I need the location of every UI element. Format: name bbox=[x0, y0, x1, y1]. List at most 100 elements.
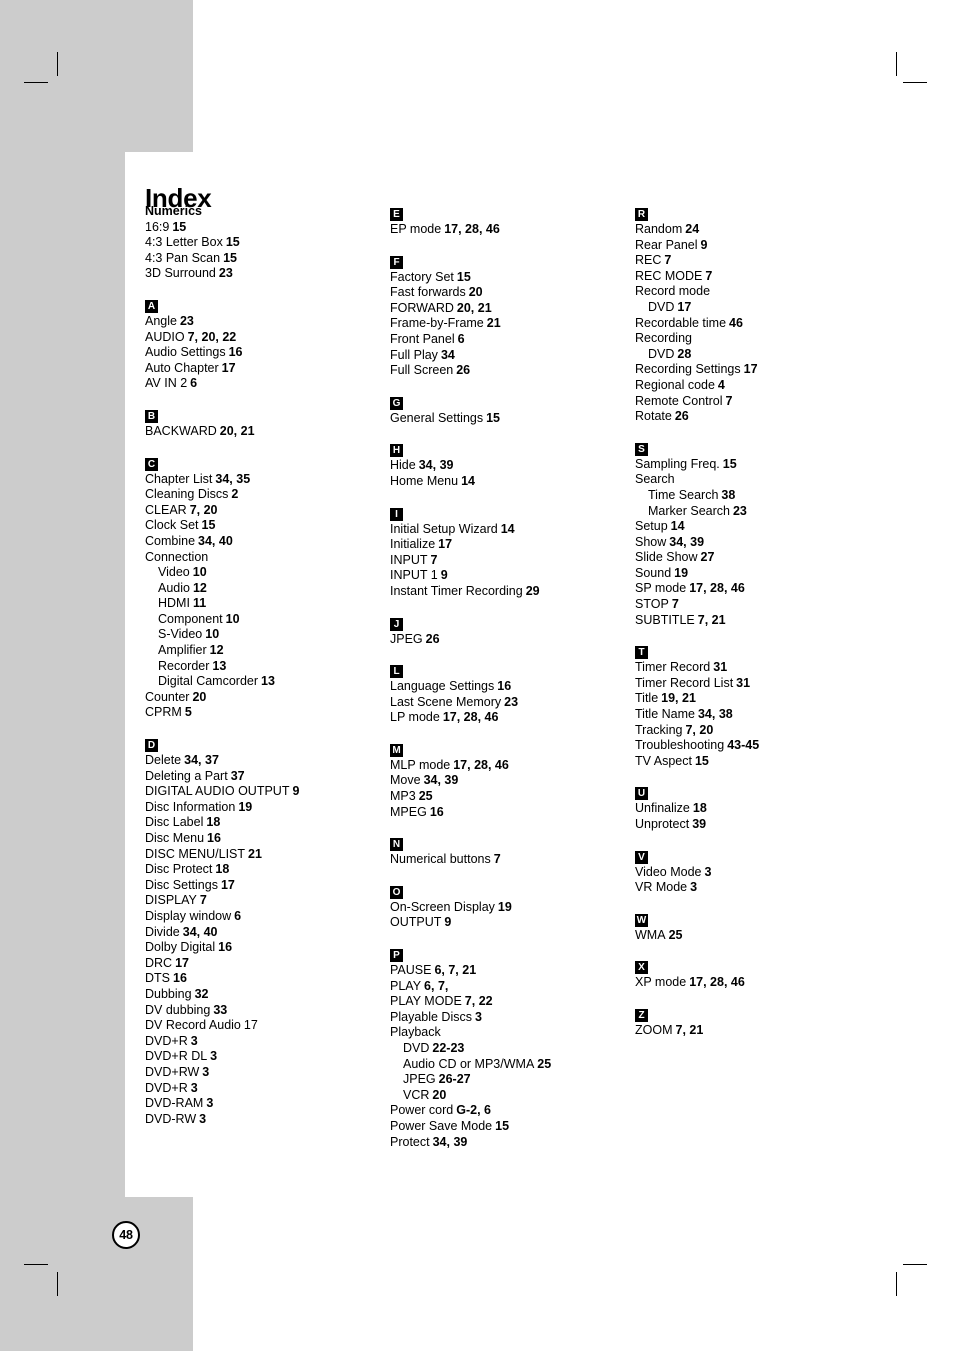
entry-term: AUDIO bbox=[145, 329, 185, 344]
group-heading: C bbox=[145, 454, 390, 472]
letter-badge-x: X bbox=[635, 961, 648, 975]
entry-page-numbers: 14 bbox=[670, 519, 685, 534]
entry-page-numbers: 18 bbox=[206, 815, 221, 830]
entry-page-numbers: 21 bbox=[248, 846, 262, 861]
group-heading: M bbox=[390, 740, 635, 758]
entry-page-numbers: 19 bbox=[238, 799, 253, 814]
index-group-f: F Factory Set 15 Fast forwards 20 FORWARD 20, … bbox=[390, 252, 635, 379]
entry-term: Video Mode bbox=[635, 864, 702, 879]
index-entry: Dubbing 32 bbox=[145, 987, 390, 1003]
crop-mark-top-right-vertical bbox=[896, 52, 897, 76]
index-subentry: Time Search 38 bbox=[635, 488, 880, 504]
entry-page-numbers: 26-27 bbox=[438, 1072, 471, 1087]
group-heading: Z bbox=[635, 1005, 880, 1023]
entry-page-numbers: 37 bbox=[230, 768, 245, 783]
index-entry: TV Aspect 15 bbox=[635, 754, 880, 770]
entry-page-numbers: 29 bbox=[525, 583, 540, 598]
group-heading: L bbox=[390, 661, 635, 679]
entry-page-numbers: 9 bbox=[444, 915, 452, 930]
entry-page-numbers: 19, 21 bbox=[661, 691, 696, 706]
entry-term: MLP mode bbox=[390, 757, 451, 772]
index-entry: Title Name 34, 38 bbox=[635, 707, 880, 723]
index-subentry: Recorder 13 bbox=[145, 659, 390, 675]
entry-term: PAUSE bbox=[390, 963, 432, 978]
entry-term: General Settings bbox=[390, 410, 484, 425]
index-entry: Setup 14 bbox=[635, 519, 880, 535]
entry-page-numbers: 25 bbox=[537, 1056, 552, 1071]
index-group-x: X XP mode 17, 28, 46 bbox=[635, 957, 880, 991]
index-group-t: T Timer Record 31 Timer Record List 31 Title 1… bbox=[635, 642, 880, 769]
entry-term: Full Screen bbox=[390, 363, 454, 378]
letter-badge-h: H bbox=[390, 444, 403, 458]
entry-term: Slide Show bbox=[635, 550, 698, 565]
letter-badge-f: F bbox=[390, 255, 403, 269]
index-entry: Timer Record 31 bbox=[635, 660, 880, 676]
entry-term: Disc Information bbox=[145, 799, 236, 814]
crop-mark-bottom-left-vertical bbox=[57, 1272, 58, 1296]
letter-badge-u: U bbox=[635, 787, 648, 801]
letter-badge-s: S bbox=[635, 442, 648, 456]
entry-term: Factory Set bbox=[390, 269, 454, 284]
index-entry: DRC 17 bbox=[145, 956, 390, 972]
letter-badge-e: E bbox=[390, 208, 403, 221]
entry-page-numbers: 7 bbox=[493, 852, 501, 867]
index-entry: INPUT 7 bbox=[390, 553, 635, 569]
entry-page-numbers: 28 bbox=[677, 346, 692, 361]
letter-badge-m: M bbox=[390, 743, 403, 757]
entry-page-numbers: 6 bbox=[190, 376, 198, 391]
letter-badge-v: V bbox=[635, 850, 648, 864]
entry-page-numbers: 32 bbox=[194, 986, 209, 1001]
entry-term: SP mode bbox=[635, 581, 687, 596]
letter-badge-b: B bbox=[145, 409, 158, 423]
entry-term: Power Save Mode bbox=[390, 1118, 493, 1133]
entry-term: Recording bbox=[635, 331, 692, 346]
index-entry: Connection bbox=[145, 550, 390, 566]
entry-page-numbers: 26 bbox=[456, 363, 471, 378]
entry-term: STOP bbox=[635, 597, 669, 612]
entry-page-numbers: 34, 40 bbox=[198, 533, 233, 548]
entry-page-numbers: 20 bbox=[192, 689, 207, 704]
entry-page-numbers: 3 bbox=[210, 1049, 218, 1064]
index-group-w: W WMA 25 bbox=[635, 910, 880, 944]
group-heading: Numerics bbox=[145, 204, 202, 218]
index-entry: STOP 7 bbox=[635, 597, 880, 613]
index-entry: MPEG 16 bbox=[390, 805, 635, 821]
letter-badge-r: R bbox=[635, 208, 648, 221]
index-entry: SUBTITLE 7, 21 bbox=[635, 613, 880, 629]
entry-term: Recordable time bbox=[635, 315, 727, 330]
entry-page-numbers: 4 bbox=[717, 377, 725, 392]
index-entry: Display window 6 bbox=[145, 909, 390, 925]
index-column: E EP mode 17, 28, 46 F Factory Set 15 Fast for… bbox=[390, 204, 635, 1150]
index-entry: Disc Menu 16 bbox=[145, 831, 390, 847]
entry-page-numbers: 6 bbox=[457, 331, 465, 346]
entry-term: Show bbox=[635, 534, 667, 549]
entry-term: INPUT bbox=[390, 552, 428, 567]
index-columns: Numerics 16:9 15 4:3 Letter Box 15 4:3 Pan Sc… bbox=[145, 204, 925, 1150]
group-heading: E bbox=[390, 204, 635, 222]
index-group-e: E EP mode 17, 28, 46 bbox=[390, 204, 635, 238]
entry-term: Unprotect bbox=[635, 817, 690, 831]
entry-page-numbers: 33 bbox=[213, 1002, 228, 1017]
index-entry: Dolby Digital 16 bbox=[145, 940, 390, 956]
letter-badge-z: Z bbox=[635, 1008, 648, 1022]
entry-page-numbers: 23 bbox=[732, 503, 747, 518]
index-entry: Rotate 26 bbox=[635, 409, 880, 425]
index-entry: Chapter List 34, 35 bbox=[145, 472, 390, 488]
index-entry: SP mode 17, 28, 46 bbox=[635, 581, 880, 597]
index-entry: DVD+R DL 3 bbox=[145, 1049, 390, 1065]
index-subentry: Digital Camcorder 13 bbox=[145, 674, 390, 690]
index-group-a: A Angle 23 AUDIO 7, 20, 22 Audio Settings 16 Au… bbox=[145, 296, 390, 392]
index-entry: ZOOM 7, 21 bbox=[635, 1023, 880, 1039]
letter-badge-d: D bbox=[145, 739, 158, 753]
index-entry: VR Mode 3 bbox=[635, 880, 880, 896]
entry-term: OUTPUT bbox=[390, 915, 442, 930]
entry-page-numbers: 3 bbox=[704, 864, 712, 879]
entry-page-numbers: 22-23 bbox=[432, 1041, 465, 1055]
index-entry: On-Screen Display 19 bbox=[390, 900, 635, 916]
entry-page-numbers: 31 bbox=[713, 660, 728, 675]
entry-term: Auto Chapter bbox=[145, 360, 219, 375]
entry-page-numbers: 26 bbox=[425, 631, 440, 646]
entry-term: Fast forwards bbox=[390, 285, 466, 300]
